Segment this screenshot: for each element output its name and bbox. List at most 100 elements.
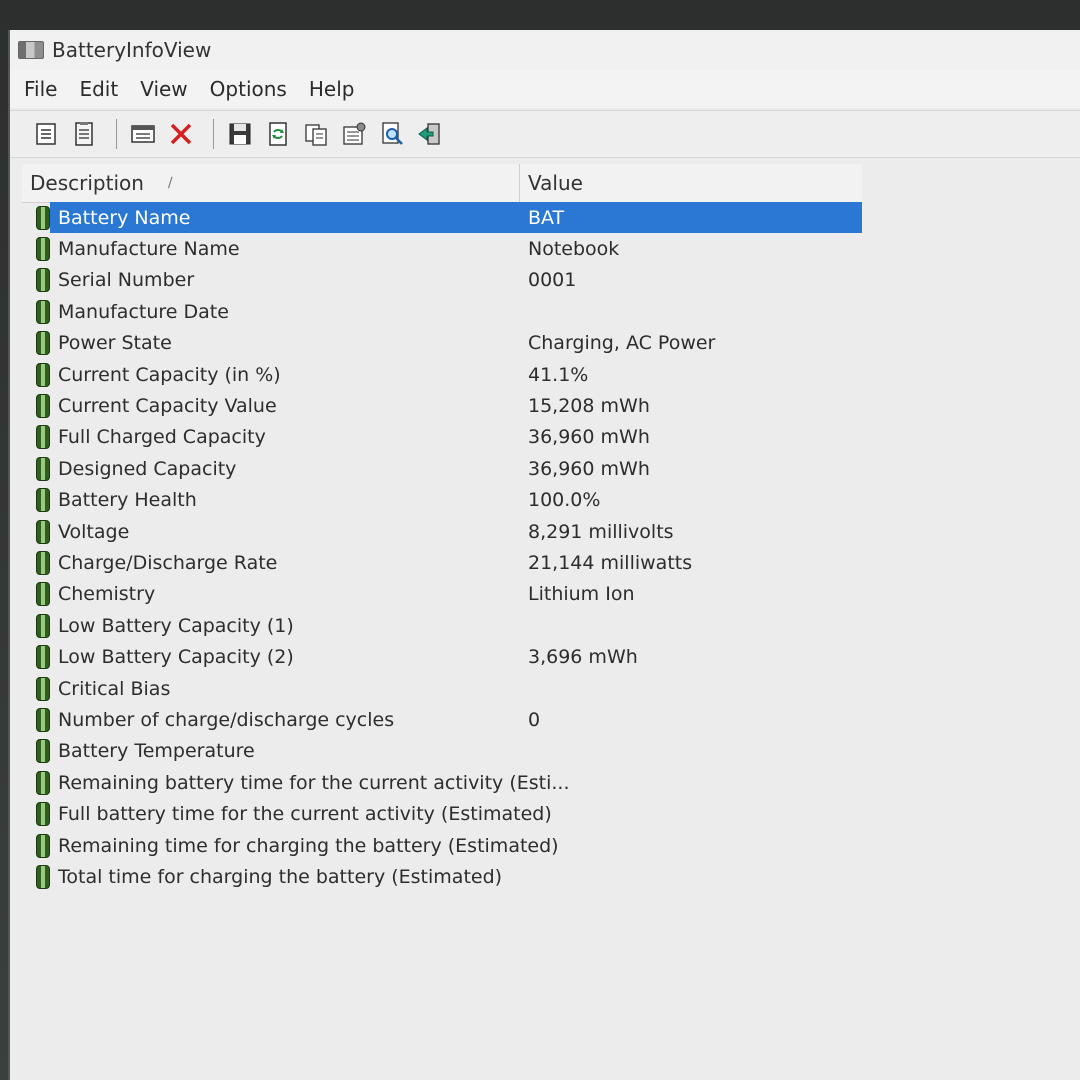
save-button[interactable] (224, 118, 256, 150)
description-cell: Total time for charging the battery (Est… (22, 864, 520, 889)
table-row[interactable]: Full Charged Capacity 36,960 mWh (22, 422, 1080, 453)
table-row[interactable]: Charge/Discharge Rate 21,144 milliwatts (22, 547, 1080, 578)
battery-info-list: Description ∕ Value Battery Name BAT Man… (22, 164, 1080, 1080)
description-cell: Manufacture Date (22, 299, 520, 324)
battery-icon (36, 394, 50, 419)
row-value: 36,960 mWh (528, 426, 650, 449)
battery-icon (36, 645, 50, 670)
menu-edit[interactable]: Edit (79, 77, 118, 101)
row-label: Remaining time for charging the battery … (58, 834, 559, 857)
row-label: Voltage (58, 520, 130, 543)
table-row[interactable]: Low Battery Capacity (2) 3,696 mWh (22, 641, 1080, 672)
menu-help[interactable]: Help (309, 77, 355, 101)
table-row[interactable]: Serial Number 0001 (22, 265, 1080, 296)
battery-icon (36, 550, 50, 575)
table-row[interactable]: Manufacture Date (22, 296, 1080, 327)
table-row[interactable]: Low Battery Capacity (1) (22, 610, 1080, 641)
delete-icon (170, 123, 192, 145)
battery-icon (36, 331, 50, 356)
row-label: Current Capacity Value (58, 395, 277, 418)
description-cell: Manufacture Name (22, 237, 520, 262)
table-row[interactable]: Designed Capacity 36,960 mWh (22, 453, 1080, 484)
menu-options[interactable]: Options (210, 77, 287, 101)
row-label: Low Battery Capacity (2) (58, 646, 294, 669)
description-cell: Number of charge/discharge cycles (22, 707, 520, 732)
advanced-options-button[interactable] (127, 118, 159, 150)
table-row[interactable]: Power State Charging, AC Power (22, 328, 1080, 359)
battery-icon (36, 488, 50, 513)
battery-icon (36, 707, 50, 732)
row-label: Number of charge/discharge cycles (58, 708, 395, 731)
table-row[interactable]: Remaining time for charging the battery … (22, 830, 1080, 861)
row-label: Battery Name (58, 206, 191, 229)
column-header-description[interactable]: Description ∕ (22, 164, 520, 202)
table-row[interactable]: Critical Bias (22, 673, 1080, 704)
table-row[interactable]: Battery Health 100.0% (22, 485, 1080, 516)
battery-icon (36, 205, 50, 230)
row-label: Full Charged Capacity (58, 426, 266, 449)
list-header: Description ∕ Value (22, 164, 862, 203)
description-cell: Designed Capacity (22, 456, 520, 481)
properties-button[interactable] (30, 118, 62, 150)
battery-icon (36, 676, 50, 701)
table-row[interactable]: Battery Temperature (22, 736, 1080, 767)
battery-app-icon (18, 41, 44, 59)
html-report-icon (75, 122, 93, 146)
row-value: 8,291 millivolts (528, 520, 674, 543)
description-cell: Current Capacity (in %) (22, 362, 520, 387)
html-report-button[interactable] (68, 118, 100, 150)
table-row[interactable]: Battery Name BAT (22, 202, 1080, 234)
find-button[interactable] (376, 118, 408, 150)
column-header-value[interactable]: Value (520, 164, 862, 202)
properties-icon (36, 123, 56, 145)
options-button[interactable] (338, 118, 370, 150)
row-value: 41.1% (528, 363, 589, 386)
description-cell: Charge/Discharge Rate (22, 550, 520, 575)
row-value: 0 (528, 708, 541, 731)
toolbar (10, 110, 1080, 158)
table-row[interactable]: Remaining battery time for the current a… (22, 767, 1080, 798)
table-row[interactable]: Number of charge/discharge cycles 0 (22, 704, 1080, 735)
column-header-value-label: Value (528, 171, 583, 195)
menu-file[interactable]: File (24, 77, 57, 101)
refresh-button[interactable] (262, 118, 294, 150)
description-cell: Full Charged Capacity (22, 425, 520, 450)
exit-icon (418, 123, 440, 145)
table-row[interactable]: Voltage 8,291 millivolts (22, 516, 1080, 547)
table-row[interactable]: Chemistry Lithium Ion (22, 579, 1080, 610)
battery-icon (36, 425, 50, 450)
battery-icon (36, 802, 50, 827)
description-cell: Battery Temperature (22, 739, 520, 764)
copy-button[interactable] (300, 118, 332, 150)
battery-icon (36, 613, 50, 638)
row-value: Notebook (528, 238, 620, 261)
battery-icon (36, 299, 50, 324)
menu-bar: File Edit View Options Help (10, 70, 1080, 108)
description-cell: Full battery time for the current activi… (22, 802, 552, 827)
table-row[interactable]: Current Capacity (in %) 41.1% (22, 359, 1080, 390)
row-label: Designed Capacity (58, 457, 237, 480)
row-value: 15,208 mWh (528, 395, 650, 418)
delete-button[interactable] (165, 118, 197, 150)
description-cell: Low Battery Capacity (2) (22, 645, 520, 670)
exit-button[interactable] (414, 118, 446, 150)
row-label: Remaining battery time for the current a… (58, 771, 570, 794)
copy-icon (305, 124, 327, 146)
battery-icon (36, 582, 50, 607)
row-value: 100.0% (528, 489, 601, 512)
description-cell: Current Capacity Value (22, 394, 520, 419)
row-value: Charging, AC Power (528, 332, 716, 355)
row-label: Manufacture Date (58, 300, 229, 323)
table-row[interactable]: Current Capacity Value 15,208 mWh (22, 390, 1080, 421)
options-icon (343, 122, 366, 145)
refresh-icon (269, 122, 287, 146)
menu-view[interactable]: View (140, 77, 187, 101)
table-row[interactable]: Total time for charging the battery (Est… (22, 861, 1080, 892)
row-label: Serial Number (58, 269, 195, 292)
row-label: Battery Health (58, 489, 197, 512)
table-row[interactable]: Full battery time for the current activi… (22, 798, 1080, 829)
battery-icon (36, 770, 50, 795)
table-row[interactable]: Manufacture Name Notebook (22, 233, 1080, 264)
row-value: BAT (520, 206, 862, 229)
row-label: Current Capacity (in %) (58, 363, 281, 386)
